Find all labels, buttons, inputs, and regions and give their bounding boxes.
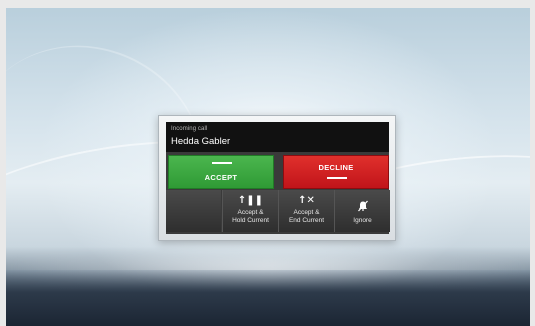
- accept-button[interactable]: ACCEPT: [168, 155, 274, 189]
- ignore-button[interactable]: Ignore: [334, 190, 390, 232]
- decline-button[interactable]: DECLINE: [283, 155, 389, 189]
- call-action-panel: ACCEPT DECLINE ↑❚❚ Accept & Hold Current…: [166, 152, 390, 234]
- caller-name: Hedda Gabler: [171, 136, 231, 147]
- decline-bar-icon: [327, 177, 347, 179]
- decline-label: DECLINE: [318, 163, 354, 172]
- incoming-call-subtitle: Incoming call: [171, 126, 208, 132]
- accept-hold-label-line1: Accept &: [237, 209, 264, 216]
- accept-end-label-line2: End Current: [288, 216, 325, 224]
- arrow-up-x-icon: ↑✕: [298, 195, 315, 206]
- desktop-background: Incoming call Hedda Gabler ACCEPT DECLIN…: [6, 8, 530, 326]
- empty-slot: [166, 190, 221, 232]
- arrow-up-pause-icon: ↑❚❚: [237, 195, 264, 206]
- call-header: Incoming call Hedda Gabler: [166, 122, 389, 152]
- accept-bar-icon: [212, 162, 232, 164]
- accept-label: ACCEPT: [204, 173, 238, 182]
- ignore-label: Ignore: [353, 217, 372, 224]
- accept-hold-label: Accept & Hold Current: [223, 209, 278, 224]
- incoming-call-dialog: Incoming call Hedda Gabler ACCEPT DECLIN…: [158, 115, 396, 241]
- muted-bell-icon: [335, 200, 390, 215]
- accept-hold-label-line2: Hold Current: [232, 216, 269, 224]
- accept-end-label: Accept & End Current: [279, 209, 334, 224]
- background-floor: [6, 270, 530, 326]
- accept-hold-current-button[interactable]: ↑❚❚ Accept & Hold Current: [222, 190, 278, 232]
- secondary-actions: ↑❚❚ Accept & Hold Current ↑✕ Accept & En…: [166, 190, 390, 232]
- accept-end-current-button[interactable]: ↑✕ Accept & End Current: [278, 190, 334, 232]
- accept-end-label-line1: Accept &: [293, 209, 320, 216]
